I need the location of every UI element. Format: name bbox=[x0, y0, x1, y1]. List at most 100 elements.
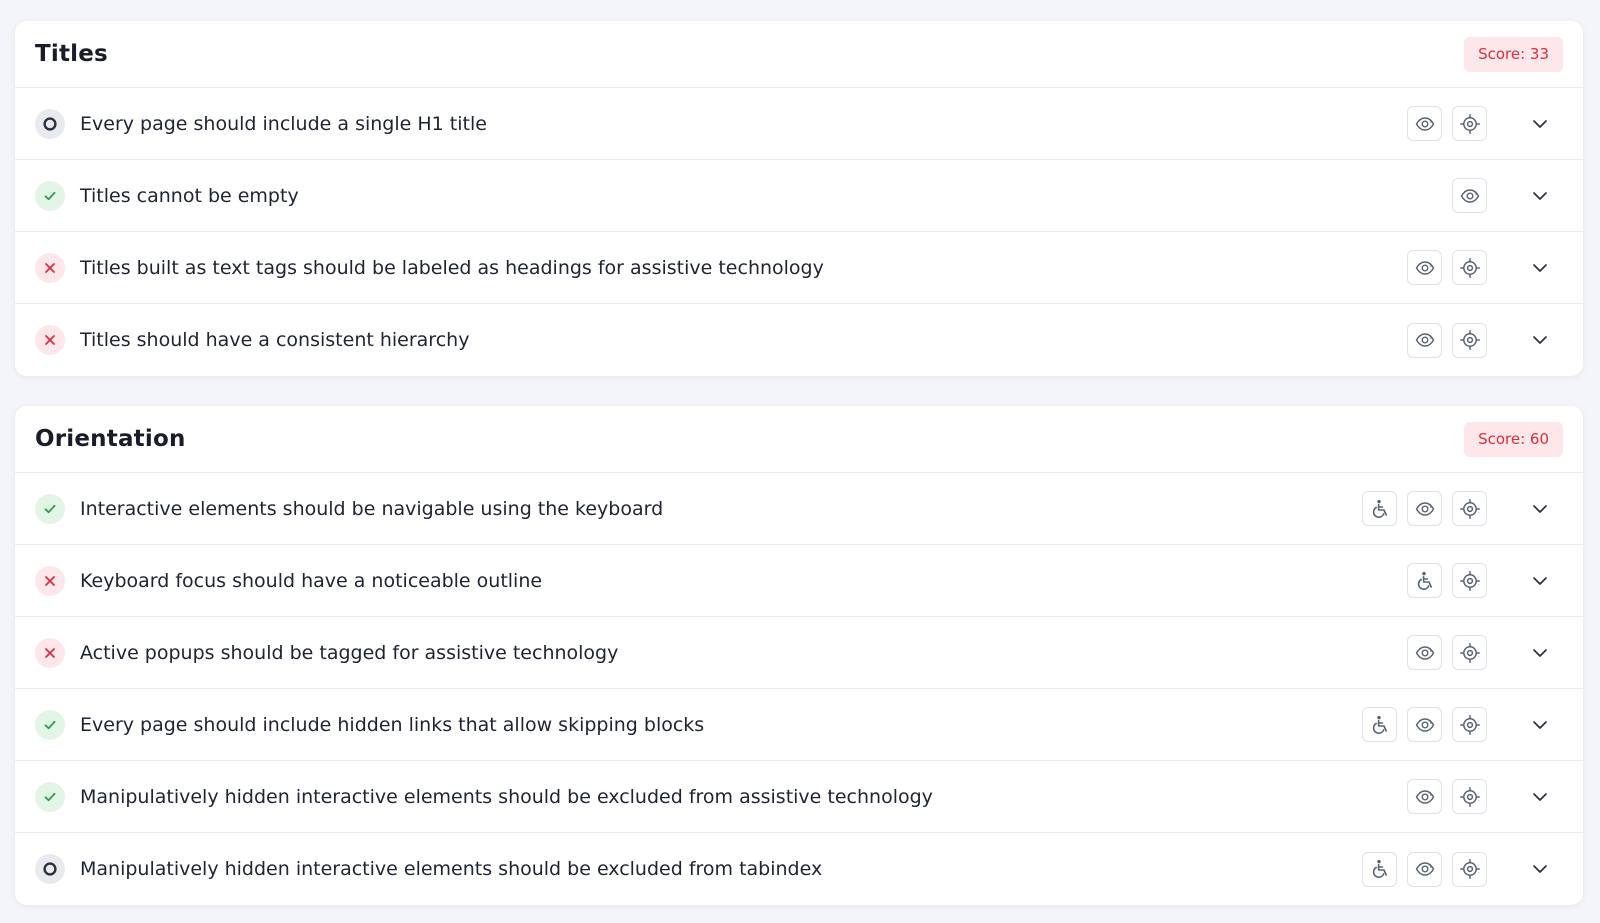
locate-button[interactable] bbox=[1452, 322, 1487, 358]
eye-icon bbox=[1414, 714, 1436, 736]
chevron-down-icon[interactable] bbox=[1529, 257, 1551, 279]
visibility-button[interactable] bbox=[1407, 106, 1442, 141]
status-x-icon bbox=[35, 637, 65, 668]
crosshair-icon bbox=[1459, 786, 1481, 808]
audit-rule-row[interactable]: Keyboard focus should have a noticeable … bbox=[15, 545, 1583, 617]
crosshair-icon bbox=[1459, 257, 1481, 279]
chevron-down-icon[interactable] bbox=[1529, 185, 1551, 207]
rule-text: Keyboard focus should have a noticeable … bbox=[80, 569, 543, 592]
visibility-button[interactable] bbox=[1407, 250, 1442, 285]
eye-icon bbox=[1414, 858, 1436, 880]
visibility-button[interactable] bbox=[1407, 851, 1442, 887]
status-check-icon bbox=[35, 493, 65, 524]
visibility-button[interactable] bbox=[1407, 322, 1442, 358]
rule-actions bbox=[1452, 160, 1487, 231]
rule-actions bbox=[1407, 545, 1487, 616]
chevron-down-icon[interactable] bbox=[1529, 858, 1551, 880]
eye-icon bbox=[1414, 786, 1436, 808]
rule-actions bbox=[1407, 761, 1487, 832]
visibility-button[interactable] bbox=[1407, 635, 1442, 670]
locate-button[interactable] bbox=[1452, 250, 1487, 285]
rule-text: Titles should have a consistent hierarch… bbox=[80, 329, 470, 351]
crosshair-icon bbox=[1459, 570, 1481, 592]
wheelchair-icon bbox=[1414, 570, 1436, 592]
audit-rule-row[interactable]: Titles cannot be empty bbox=[15, 160, 1583, 232]
eye-icon bbox=[1459, 185, 1481, 207]
chevron-down-icon[interactable] bbox=[1529, 498, 1551, 520]
rule-text: Titles cannot be empty bbox=[80, 184, 299, 207]
visibility-button[interactable] bbox=[1407, 779, 1442, 814]
audit-rule-row[interactable]: Manipulatively hidden interactive elemen… bbox=[15, 761, 1583, 833]
chevron-down-icon[interactable] bbox=[1529, 113, 1551, 135]
section-card-orientation: Orientation Score: 60 Interactive elements… bbox=[15, 406, 1583, 905]
locate-button[interactable] bbox=[1452, 707, 1487, 742]
audit-page: Titles Score: 33 Every page should include… bbox=[0, 0, 1600, 923]
audit-rule-row[interactable]: Titles built as text tags should be labe… bbox=[15, 232, 1583, 304]
rule-text: Every page should include a single H1 ti… bbox=[80, 112, 487, 135]
crosshair-icon bbox=[1459, 858, 1481, 880]
rule-actions bbox=[1362, 689, 1487, 760]
rule-actions bbox=[1407, 232, 1487, 303]
section-title: Titles bbox=[35, 41, 108, 67]
audit-rule-row[interactable]: Manipulatively hidden interactive elemen… bbox=[15, 833, 1583, 905]
status-circle-icon bbox=[35, 854, 65, 884]
eye-icon bbox=[1414, 498, 1436, 520]
section-card-titles: Titles Score: 33 Every page should include… bbox=[15, 21, 1583, 376]
eye-icon bbox=[1414, 642, 1436, 664]
accessibility-button[interactable] bbox=[1362, 707, 1397, 742]
chevron-down-icon[interactable] bbox=[1529, 570, 1551, 592]
eye-icon bbox=[1414, 113, 1436, 135]
crosshair-icon bbox=[1459, 498, 1481, 520]
status-check-icon bbox=[35, 180, 65, 211]
status-x-icon bbox=[35, 565, 65, 596]
status-check-icon bbox=[35, 781, 65, 812]
visibility-button[interactable] bbox=[1452, 178, 1487, 213]
accessibility-button[interactable] bbox=[1407, 563, 1442, 598]
rule-actions bbox=[1407, 88, 1487, 159]
crosshair-icon bbox=[1459, 642, 1481, 664]
status-circle-icon bbox=[35, 108, 65, 139]
rule-text: Every page should include hidden links t… bbox=[80, 713, 705, 736]
audit-rule-row[interactable]: Active popups should be tagged for assis… bbox=[15, 617, 1583, 689]
crosshair-icon bbox=[1459, 714, 1481, 736]
chevron-down-icon[interactable] bbox=[1529, 714, 1551, 736]
audit-rule-row[interactable]: Interactive elements should be navigable… bbox=[15, 473, 1583, 545]
audit-rule-row[interactable]: Every page should include hidden links t… bbox=[15, 689, 1583, 761]
visibility-button[interactable] bbox=[1407, 491, 1442, 526]
rule-text: Manipulatively hidden interactive elemen… bbox=[80, 858, 823, 880]
eye-icon bbox=[1414, 329, 1436, 351]
status-x-icon bbox=[35, 325, 65, 355]
section-title: Orientation bbox=[35, 426, 186, 452]
accessibility-button[interactable] bbox=[1362, 491, 1397, 526]
locate-button[interactable] bbox=[1452, 106, 1487, 141]
status-check-icon bbox=[35, 709, 65, 740]
wheelchair-icon bbox=[1369, 858, 1391, 880]
status-x-icon bbox=[35, 252, 65, 283]
accessibility-button[interactable] bbox=[1362, 851, 1397, 887]
section-header: Orientation Score: 60 bbox=[15, 406, 1583, 473]
rule-text: Manipulatively hidden interactive elemen… bbox=[80, 785, 933, 808]
crosshair-icon bbox=[1459, 113, 1481, 135]
locate-button[interactable] bbox=[1452, 635, 1487, 670]
section-header: Titles Score: 33 bbox=[15, 21, 1583, 88]
rule-actions bbox=[1407, 617, 1487, 688]
locate-button[interactable] bbox=[1452, 779, 1487, 814]
rule-actions bbox=[1407, 304, 1487, 376]
chevron-down-icon[interactable] bbox=[1529, 786, 1551, 808]
rule-text: Active popups should be tagged for assis… bbox=[80, 641, 619, 664]
chevron-down-icon[interactable] bbox=[1529, 642, 1551, 664]
score-badge: Score: 33 bbox=[1464, 36, 1563, 72]
visibility-button[interactable] bbox=[1407, 707, 1442, 742]
locate-button[interactable] bbox=[1452, 491, 1487, 526]
score-badge: Score: 60 bbox=[1464, 421, 1563, 457]
chevron-down-icon[interactable] bbox=[1529, 329, 1551, 351]
locate-button[interactable] bbox=[1452, 563, 1487, 598]
locate-button[interactable] bbox=[1452, 851, 1487, 887]
rule-text: Interactive elements should be navigable… bbox=[80, 497, 664, 520]
wheelchair-icon bbox=[1369, 498, 1391, 520]
audit-rule-row[interactable]: Every page should include a single H1 ti… bbox=[15, 88, 1583, 160]
audit-rule-row[interactable]: Titles should have a consistent hierarch… bbox=[15, 304, 1583, 376]
rule-text: Titles built as text tags should be labe… bbox=[80, 256, 824, 279]
rule-actions bbox=[1362, 473, 1487, 544]
wheelchair-icon bbox=[1369, 714, 1391, 736]
